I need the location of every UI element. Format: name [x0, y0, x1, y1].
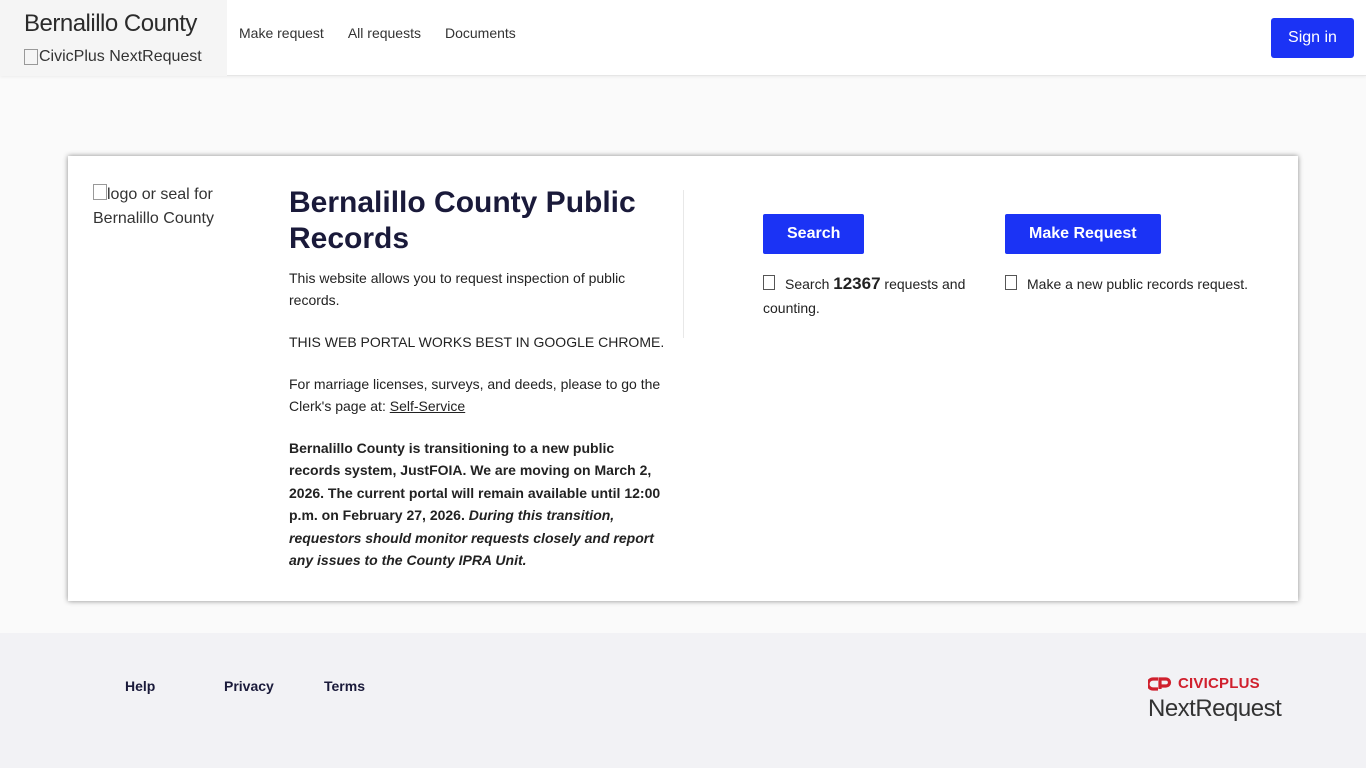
brand-logo-image[interactable]: CivicPlus NextRequest	[24, 48, 202, 66]
page-title: Bernalillo County Public Records	[289, 186, 636, 255]
search-description: Search 12367 requests and counting.	[763, 272, 983, 320]
brand-area[interactable]: Bernalillo County CivicPlus NextRequest	[0, 0, 227, 76]
new-request-icon	[1005, 275, 1017, 290]
nav-all-requests[interactable]: All requests	[348, 25, 421, 41]
civicplus-wordmark: CIVICPLUS	[1178, 675, 1260, 692]
search-action: Search Search 12367 requests and countin…	[763, 214, 983, 320]
make-request-button[interactable]: Make Request	[1005, 214, 1161, 254]
intro-section: Bernalillo County Public Records This we…	[289, 185, 669, 591]
footer-privacy-link[interactable]: Privacy	[224, 678, 274, 694]
county-seal-image: logo or seal for Bernalillo County	[93, 183, 243, 231]
make-request-action: Make Request Make a new public records r…	[1005, 214, 1285, 296]
sign-in-button[interactable]: Sign in	[1271, 18, 1354, 58]
search-icon	[763, 275, 775, 290]
county-seal-alt-text: logo or seal for Bernalillo County	[93, 186, 214, 227]
search-desc-prefix: Search	[785, 276, 834, 292]
request-count: 12367	[833, 274, 881, 293]
top-navbar: Bernalillo County CivicPlus NextRequest …	[0, 0, 1366, 76]
civicplus-nextrequest-logo[interactable]: CIVICPLUS NextRequest	[1148, 675, 1282, 723]
browser-notice: THIS WEB PORTAL WORKS BEST IN GOOGLE CHR…	[289, 334, 665, 350]
brand-title[interactable]: Bernalillo County	[24, 10, 197, 38]
footer-help-link[interactable]: Help	[125, 678, 155, 694]
nav-documents[interactable]: Documents	[445, 25, 516, 41]
search-button[interactable]: Search	[763, 214, 865, 254]
brand-logo-alt-text: CivicPlus NextRequest	[39, 48, 202, 65]
welcome-card: logo or seal for Bernalillo County Berna…	[68, 156, 1298, 601]
broken-image-icon	[93, 184, 107, 200]
civicplus-logo-icon	[1148, 676, 1172, 691]
section-divider	[683, 190, 684, 338]
footer-terms-link[interactable]: Terms	[324, 678, 365, 694]
broken-image-icon	[24, 49, 38, 65]
make-request-description: Make a new public records request.	[1005, 272, 1285, 296]
transition-notice: Bernalillo County is transitioning to a …	[289, 437, 669, 571]
clerk-notice-text: For marriage licenses, surveys, and deed…	[289, 376, 661, 414]
nav-make-request[interactable]: Make request	[239, 25, 324, 41]
clerk-notice: For marriage licenses, surveys, and deed…	[289, 373, 669, 417]
nextrequest-wordmark: NextRequest	[1148, 695, 1282, 722]
intro-paragraph: This website allows you to request inspe…	[289, 270, 626, 308]
make-request-desc-text: Make a new public records request.	[1027, 276, 1248, 292]
self-service-link[interactable]: Self-Service	[390, 398, 465, 414]
footer: Help Privacy Terms CIVICPLUS NextRequest	[0, 633, 1366, 768]
main-nav: Make request All requests Documents	[239, 25, 516, 41]
